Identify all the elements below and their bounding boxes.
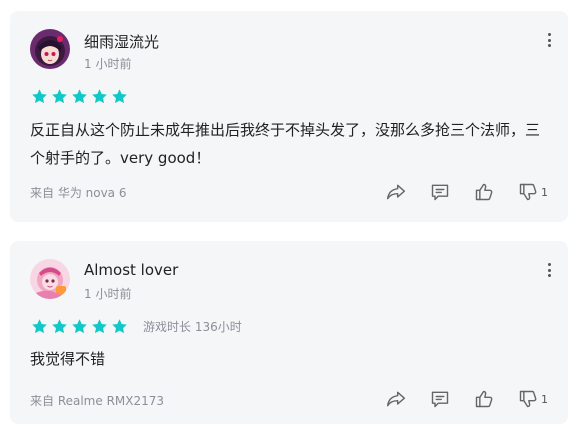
star-icon xyxy=(92,319,107,334)
star-icon xyxy=(112,89,127,104)
username[interactable]: 细雨湿流光 xyxy=(84,31,159,52)
star-icon xyxy=(72,319,87,334)
playtime: 游戏时长 136小时 xyxy=(143,320,242,334)
comment-icon[interactable] xyxy=(430,389,450,409)
review-text: 反正自从这个防止未成年推出后我终于不掉头发了，没那么多抢三个法师，三个射手的了。… xyxy=(30,121,541,167)
review-actions: 1 xyxy=(362,389,548,409)
thumbs-up-icon[interactable] xyxy=(474,182,494,202)
username[interactable]: Almost lover xyxy=(84,261,178,279)
thumbs-up-icon[interactable] xyxy=(474,389,494,409)
share-icon[interactable] xyxy=(386,182,406,202)
star-icon xyxy=(112,319,127,334)
dislike-button[interactable]: 1 xyxy=(518,182,548,202)
star-icon xyxy=(52,89,67,104)
thumbs-down-icon[interactable] xyxy=(518,182,538,202)
share-icon[interactable] xyxy=(386,389,406,409)
star-rating: 游戏时长 136小时 xyxy=(31,318,242,335)
anime-girl-avatar-icon xyxy=(30,29,70,69)
device-info: 来自 华为 nova 6 xyxy=(30,186,127,200)
pink-cartoon-avatar-icon xyxy=(30,259,70,299)
avatar[interactable] xyxy=(30,259,70,299)
avatar[interactable] xyxy=(30,29,70,69)
thumbs-down-icon[interactable] xyxy=(518,389,538,409)
post-time: 1 小时前 xyxy=(84,287,132,301)
star-icon xyxy=(32,319,47,334)
review-actions: 1 xyxy=(362,182,548,202)
more-vertical-icon[interactable] xyxy=(542,263,556,277)
star-icon xyxy=(32,89,47,104)
review-card: 细雨湿流光 1 小时前 反正自从这个防止未成年推出后我终于不掉头发了，没那么多抢… xyxy=(10,11,568,222)
dislike-count: 1 xyxy=(541,392,548,406)
star-icon xyxy=(92,89,107,104)
star-icon xyxy=(52,319,67,334)
dislike-count: 1 xyxy=(541,185,548,199)
dislike-button[interactable]: 1 xyxy=(518,389,548,409)
review-card: Almost lover 1 小时前 游戏时长 136小时 我觉得不错 来自 R… xyxy=(10,241,568,424)
more-vertical-icon[interactable] xyxy=(542,33,556,47)
star-icon xyxy=(72,89,87,104)
post-time: 1 小时前 xyxy=(84,57,132,71)
star-rating xyxy=(31,88,131,105)
review-text: 我觉得不错 xyxy=(30,350,106,368)
device-info: 来自 Realme RMX2173 xyxy=(30,394,165,408)
comment-icon[interactable] xyxy=(430,182,450,202)
